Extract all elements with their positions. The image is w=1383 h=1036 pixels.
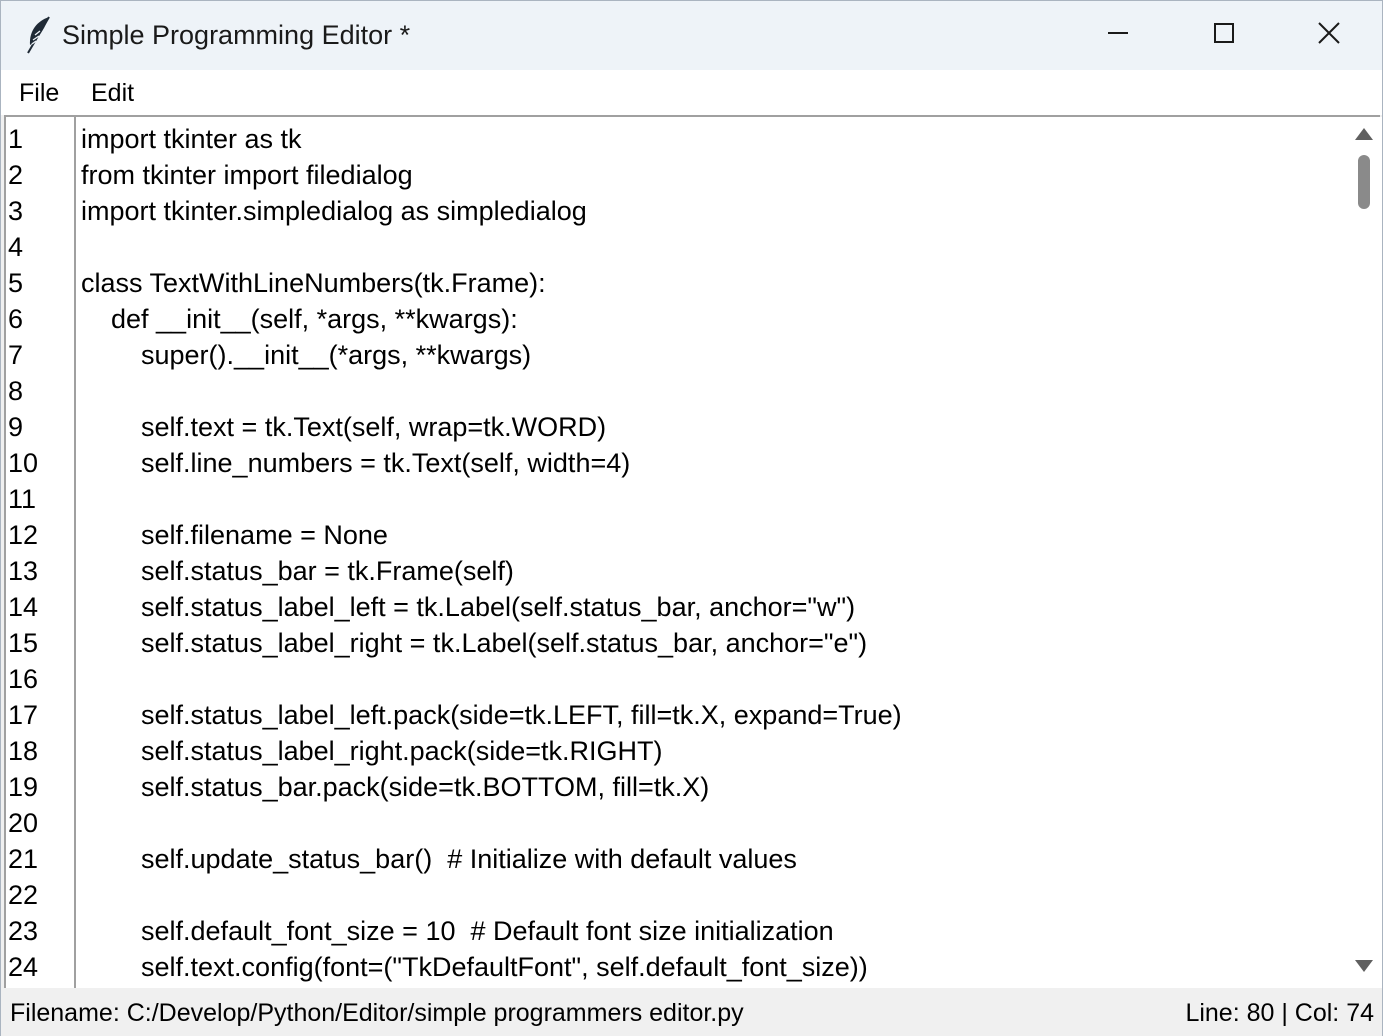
line-number-gutter: 1 2 3 4 5 6 7 8 9 10 11 12 13 14 15 16 17 18 19 20 21 22 23 24 — [6, 117, 76, 988]
line-number: 18 — [8, 736, 39, 766]
code-line[interactable]: class TextWithLineNumbers(tk.Frame): — [81, 265, 546, 301]
code-line[interactable]: self.text.config(font=("TkDefaultFont", … — [81, 949, 868, 985]
triangle-down-icon — [1354, 959, 1374, 978]
close-button[interactable] — [1276, 1, 1382, 70]
line-number: 20 — [8, 808, 39, 838]
line-number: 23 — [8, 916, 39, 946]
line-number: 13 — [8, 556, 39, 586]
editor-frame: 1 2 3 4 5 6 7 8 9 10 11 12 13 14 15 16 17 18 19 20 21 22 23 24 … — [4, 115, 1382, 988]
code-line[interactable]: self.status_label_left.pack(side=tk.LEFT… — [81, 697, 902, 733]
window-title: Simple Programming Editor * — [62, 20, 411, 50]
close-icon — [1317, 21, 1341, 50]
line-number: 19 — [8, 772, 39, 802]
code-line[interactable]: self.status_label_left = tk.Label(self.s… — [81, 589, 855, 625]
menu-edit[interactable]: Edit — [91, 79, 134, 108]
title-bar[interactable]: Simple Programming Editor * — [1, 1, 1382, 70]
minimize-button[interactable] — [1065, 1, 1171, 70]
line-number: 21 — [8, 844, 39, 874]
code-line[interactable]: def __init__(self, *args, **kwargs): — [81, 301, 518, 337]
code-line[interactable]: self.status_label_right = tk.Label(self.… — [81, 625, 867, 661]
menu-file[interactable]: File — [19, 79, 59, 108]
line-number: 12 — [8, 520, 39, 550]
code-line[interactable]: import tkinter as tk — [81, 121, 302, 157]
code-line[interactable]: self.status_label_right.pack(side=tk.RIG… — [81, 733, 662, 769]
line-number: 1 — [8, 124, 24, 154]
scroll-down-button[interactable] — [1346, 953, 1382, 983]
code-line[interactable]: super().__init__(*args, **kwargs) — [81, 337, 531, 373]
code-line[interactable]: self.status_bar = tk.Frame(self) — [81, 553, 514, 589]
code-line[interactable]: self.update_status_bar() # Initialize wi… — [81, 841, 797, 877]
line-number: 8 — [8, 376, 24, 406]
menu-bar: File Edit — [1, 70, 1382, 115]
maximize-icon — [1213, 22, 1235, 49]
line-number: 10 — [8, 448, 39, 478]
code-line[interactable]: self.text = tk.Text(self, wrap=tk.WORD) — [81, 409, 606, 445]
line-number: 17 — [8, 700, 39, 730]
line-number: 14 — [8, 592, 39, 622]
line-number: 24 — [8, 952, 39, 982]
code-text-area[interactable]: import tkinter as tk from tkinter import … — [78, 117, 1343, 988]
feather-icon — [23, 15, 53, 55]
line-number: 6 — [8, 304, 24, 334]
code-line[interactable]: self.status_bar.pack(side=tk.BOTTOM, fil… — [81, 769, 709, 805]
minimize-icon — [1107, 22, 1129, 49]
status-bar: Filename: C:/Develop/Python/Editor/simpl… — [1, 990, 1382, 1036]
code-line[interactable]: import tkinter.simpledialog as simpledia… — [81, 193, 587, 229]
code-line[interactable]: self.line_numbers = tk.Text(self, width=… — [81, 445, 630, 481]
line-number: 11 — [8, 484, 37, 514]
triangle-up-icon — [1354, 127, 1374, 146]
line-number: 9 — [8, 412, 24, 442]
line-number: 22 — [8, 880, 39, 910]
code-line[interactable]: from tkinter import filedialog — [81, 157, 413, 193]
line-number: 5 — [8, 268, 24, 298]
line-number: 2 — [8, 160, 24, 190]
code-line[interactable]: self.default_font_size = 10 # Default fo… — [81, 913, 834, 949]
maximize-button[interactable] — [1171, 1, 1277, 70]
vertical-scrollbar[interactable] — [1346, 117, 1382, 988]
line-number: 3 — [8, 196, 24, 226]
scroll-up-button[interactable] — [1346, 121, 1382, 151]
line-number: 4 — [8, 232, 24, 262]
scrollbar-thumb[interactable] — [1358, 155, 1370, 209]
status-cursor-position: Line: 80 | Col: 74 — [1185, 999, 1374, 1027]
line-number: 7 — [8, 340, 24, 370]
editor-window: Simple Programming Editor * File Edit 12… — [0, 0, 1383, 1036]
line-number: 15 — [8, 628, 39, 658]
status-filename: Filename: C:/Develop/Python/Editor/simpl… — [10, 999, 744, 1027]
code-line[interactable]: self.filename = None — [81, 517, 388, 553]
line-number: 16 — [8, 664, 39, 694]
